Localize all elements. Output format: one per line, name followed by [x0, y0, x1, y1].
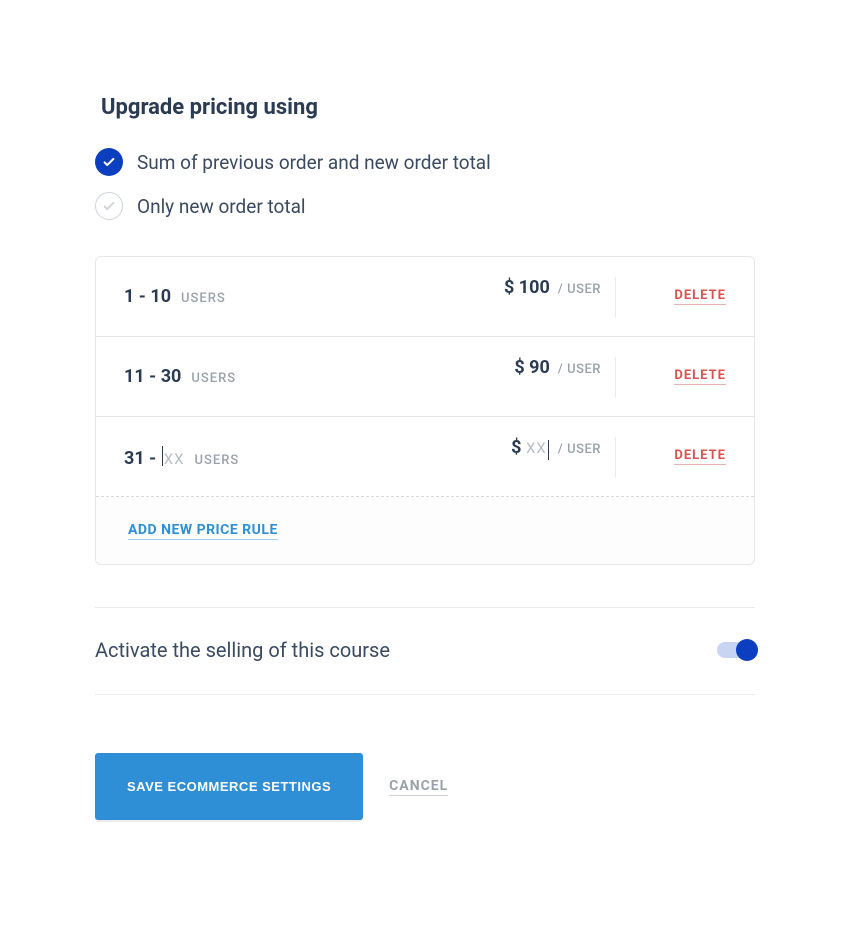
radio-label: Only new order total — [137, 195, 306, 218]
price-rule-row-editing: 31 - XX USERS $ XX / USER DELETE — [96, 417, 754, 497]
activate-selling-toggle[interactable] — [717, 642, 755, 658]
add-price-rule-button[interactable]: ADD NEW PRICE RULE — [128, 522, 278, 540]
per-user-label: / USER — [558, 442, 601, 457]
users-label: USERS — [181, 291, 226, 306]
price-cell: $ 90 / USER — [424, 357, 616, 397]
range-cell: 1 - 10 USERS — [124, 286, 424, 307]
price-cell: $ 100 / USER — [424, 277, 616, 317]
users-label: USERS — [195, 453, 240, 468]
activate-selling-row: Activate the selling of this course — [95, 638, 755, 662]
check-icon — [95, 148, 123, 176]
range-value: 1 - 10 — [124, 286, 171, 307]
price-rule-row: 11 - 30 USERS $ 90 / USER DELETE — [96, 337, 754, 417]
price-amount-input[interactable]: $ XX — [511, 437, 550, 458]
delete-button[interactable]: DELETE — [674, 368, 726, 385]
divider — [95, 607, 755, 608]
divider — [95, 694, 755, 695]
form-actions: SAVE ECOMMERCE SETTINGS CANCEL — [95, 753, 755, 820]
radio-option-new[interactable]: Only new order total — [95, 192, 755, 220]
radio-label: Sum of previous order and new order tota… — [137, 151, 491, 174]
save-button[interactable]: SAVE ECOMMERCE SETTINGS — [95, 753, 363, 820]
price-rules-table: 1 - 10 USERS $ 100 / USER DELETE 11 - 30… — [95, 256, 755, 565]
range-cell: 11 - 30 USERS — [124, 366, 424, 387]
users-label: USERS — [191, 371, 236, 386]
per-user-label: / USER — [558, 282, 601, 297]
delete-button[interactable]: DELETE — [674, 448, 726, 465]
per-user-label: / USER — [558, 362, 601, 377]
cancel-button[interactable]: CANCEL — [389, 778, 448, 796]
toggle-label: Activate the selling of this course — [95, 638, 390, 662]
price-amount: $ 90 — [514, 357, 549, 378]
section-title: Upgrade pricing using — [101, 95, 755, 120]
price-amount: $ 100 — [504, 277, 550, 298]
add-rule-row: ADD NEW PRICE RULE — [96, 497, 754, 564]
range-max-input[interactable]: 31 - XX — [124, 444, 185, 469]
upgrade-pricing-radio-group: Sum of previous order and new order tota… — [95, 148, 755, 220]
toggle-knob — [736, 639, 758, 661]
price-cell: $ XX / USER — [424, 437, 616, 477]
range-value: 11 - 30 — [124, 366, 181, 387]
delete-button[interactable]: DELETE — [674, 288, 726, 305]
radio-option-sum[interactable]: Sum of previous order and new order tota… — [95, 148, 755, 176]
check-icon — [95, 192, 123, 220]
price-rule-row: 1 - 10 USERS $ 100 / USER DELETE — [96, 257, 754, 337]
range-cell: 31 - XX USERS — [124, 444, 424, 469]
